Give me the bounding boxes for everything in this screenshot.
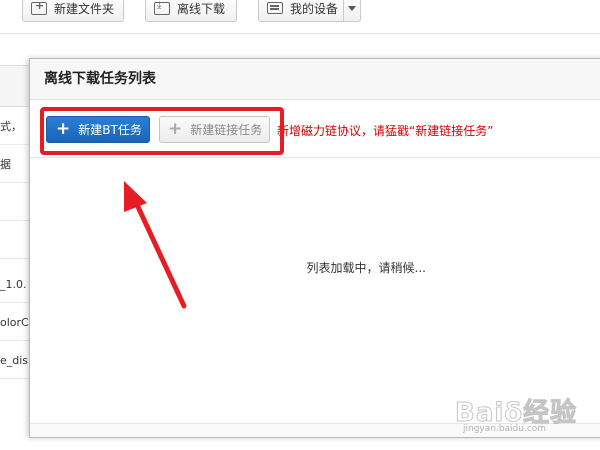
baidu-jingyan-watermark: Baiδ经验 jingyan.baidu.com xyxy=(454,392,595,437)
annotation-arrow-icon xyxy=(124,181,187,309)
watermark-url: jingyan.baidu.com xyxy=(463,424,547,434)
